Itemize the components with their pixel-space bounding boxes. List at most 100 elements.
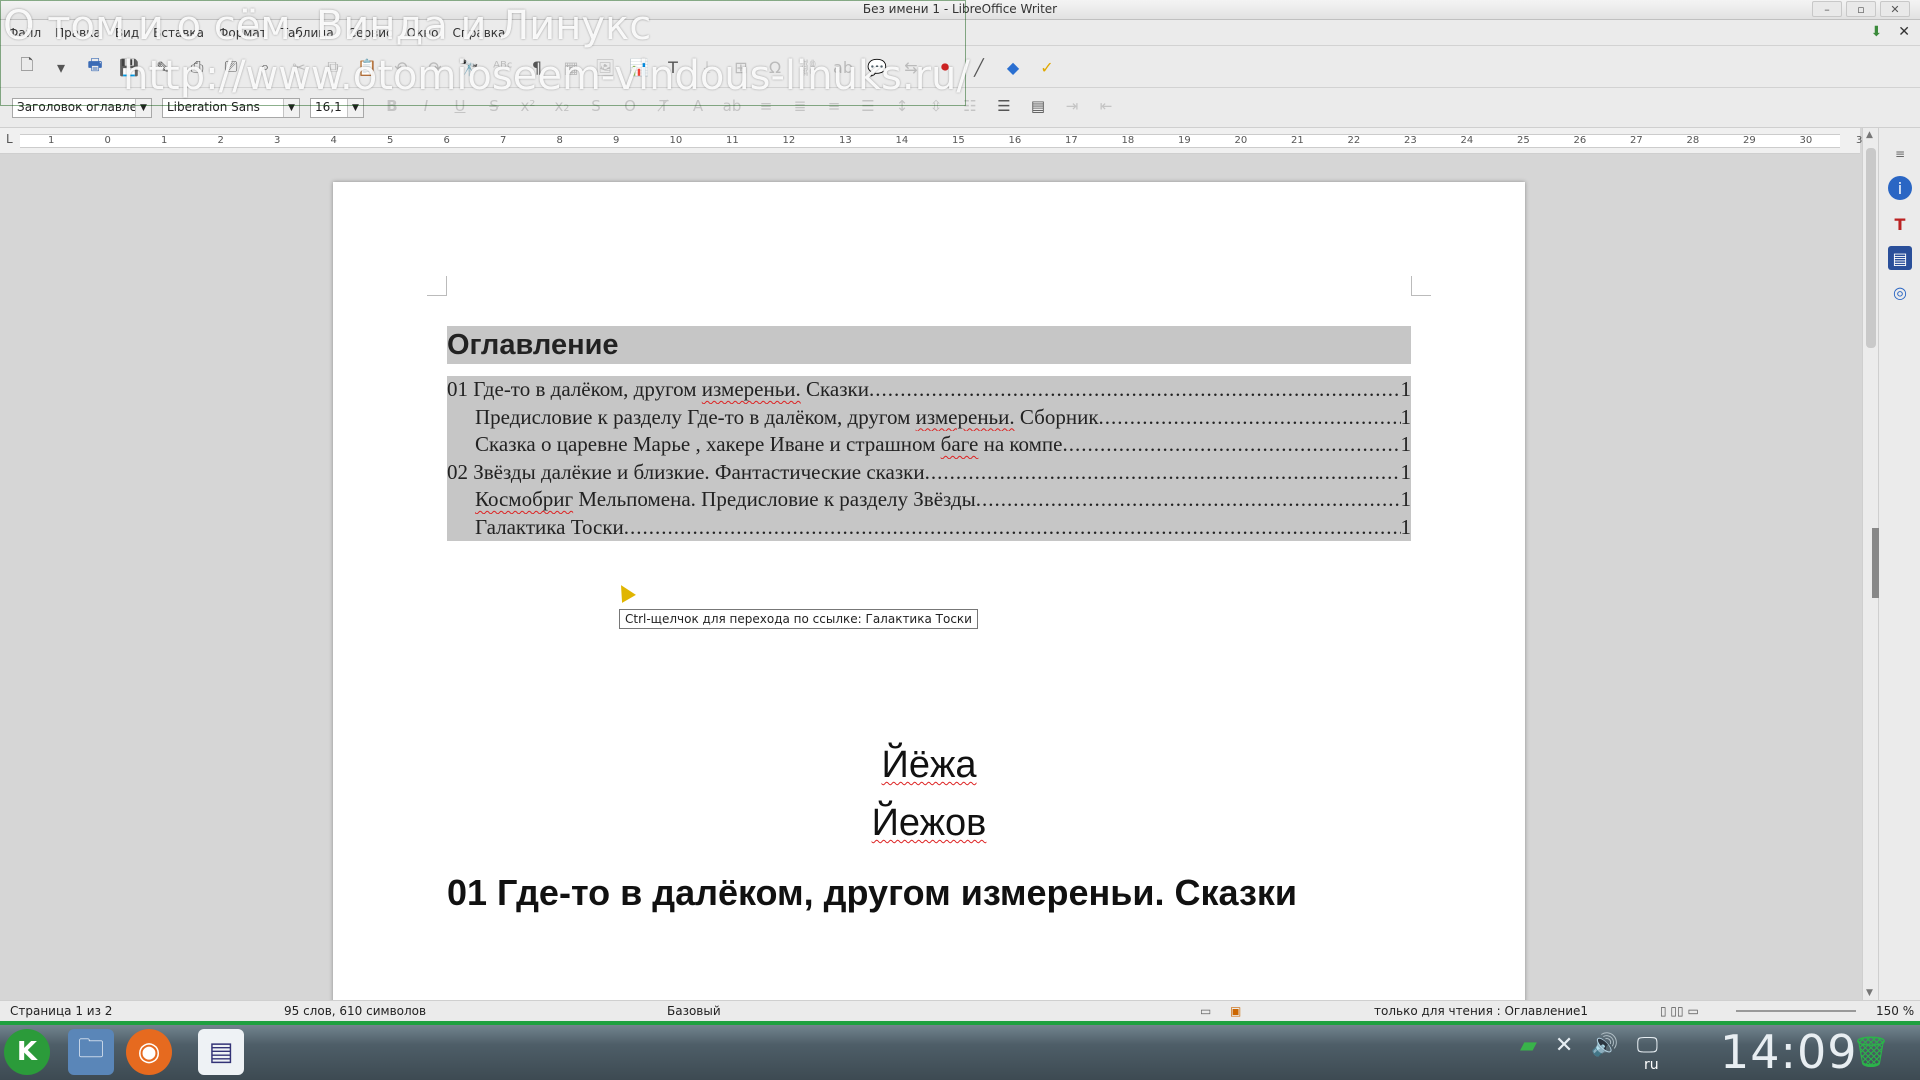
ruler-track[interactable]: 1 0 1 2 3 4 5 6 7 8 9 10 11 12 13 14 15 16 17 18 19 20 21 22 23 2…: [20, 134, 1869, 148]
line-icon[interactable]: ╱: [966, 54, 992, 80]
outline-list-icon[interactable]: ▤: [1026, 97, 1050, 119]
new-document-icon[interactable]: 🗋: [14, 54, 40, 80]
sidebar-collapse-handle[interactable]: [1872, 528, 1879, 598]
bullets-icon[interactable]: ☷: [958, 97, 982, 119]
shapes-icon[interactable]: ◆: [1000, 54, 1026, 80]
document-modified-icon[interactable]: ▣: [1230, 1004, 1241, 1018]
document-workspace[interactable]: Оглавление 01 Где-то в далёком, другом и…: [0, 154, 1862, 1000]
undo-icon[interactable]: ↶: [388, 54, 414, 80]
toc-entry-link[interactable]: Предисловие к разделу Где-то в далёком, …: [447, 404, 1411, 432]
toc-entry-link[interactable]: Космобриг Мельпомена. Предисловие к разд…: [447, 486, 1411, 514]
page-indicator[interactable]: Страница 1 из 2: [10, 1004, 112, 1018]
menu-item[interactable]: Таблица: [281, 26, 334, 40]
italic-icon[interactable]: I: [414, 97, 438, 119]
hyperlink-icon[interactable]: ⛓: [796, 54, 822, 80]
find-icon[interactable]: 🔭: [456, 54, 482, 80]
shadow-icon[interactable]: S: [584, 97, 608, 119]
tools-icon[interactable]: ✕: [1555, 1033, 1573, 1058]
scrollbar-thumb[interactable]: [1866, 148, 1876, 348]
firefox-icon[interactable]: ◉: [126, 1029, 172, 1075]
justify-icon[interactable]: ☰: [856, 97, 880, 119]
open-icon[interactable]: ▾: [48, 54, 74, 80]
draw-functions-icon[interactable]: ✓: [1034, 54, 1060, 80]
scroll-down-icon[interactable]: ▼: [1866, 988, 1873, 998]
file-manager-icon[interactable]: 🗀: [68, 1029, 114, 1075]
print-icon[interactable]: 🖶: [82, 54, 108, 80]
menu-item[interactable]: Вид: [115, 26, 139, 40]
zoom-level[interactable]: 150 %: [1876, 1004, 1914, 1018]
menu-item[interactable]: Правка: [55, 26, 101, 40]
table-of-contents[interactable]: Оглавление 01 Где-то в далёком, другом и…: [447, 326, 1411, 541]
page-style[interactable]: Базовый: [667, 1004, 721, 1018]
increase-indent-icon[interactable]: ⇥: [1060, 97, 1084, 119]
menu-item[interactable]: Формат: [218, 26, 267, 40]
align-right-icon[interactable]: ≡: [822, 97, 846, 119]
volume-icon[interactable]: 🔊: [1591, 1033, 1618, 1058]
toc-entry-link[interactable]: Сказка о царевне Марье , хакере Иване и …: [447, 431, 1411, 459]
menu-item[interactable]: Справка: [453, 26, 506, 40]
edit-mode-icon[interactable]: ✎: [150, 54, 176, 80]
print-preview-icon[interactable]: ⎚: [218, 54, 244, 80]
menu-item[interactable]: Сервис: [348, 26, 393, 40]
close-document-icon[interactable]: ✕: [1898, 24, 1910, 40]
subscript-icon[interactable]: x₂: [550, 97, 574, 119]
maximize-button[interactable]: ▫: [1846, 1, 1876, 17]
chevron-down-icon[interactable]: ▼: [283, 99, 299, 117]
save-icon[interactable]: 💾: [116, 54, 142, 80]
copy-icon[interactable]: ⧉: [320, 54, 346, 80]
font-size-combo[interactable]: 16,1 ▼: [310, 98, 364, 118]
network-icon[interactable]: ▰: [1520, 1033, 1537, 1058]
image-icon[interactable]: 🖼: [592, 54, 618, 80]
comment-icon[interactable]: 💬: [864, 54, 890, 80]
table-icon[interactable]: ▦: [558, 54, 584, 80]
display-icon[interactable]: 🖵: [1637, 1033, 1658, 1058]
scroll-up-icon[interactable]: ▲: [1866, 130, 1873, 140]
selection-mode-icon[interactable]: ▭: [1200, 1004, 1211, 1018]
minimize-button[interactable]: –: [1812, 1, 1842, 17]
strikethrough-icon[interactable]: S: [482, 97, 506, 119]
align-left-icon[interactable]: ≡: [754, 97, 778, 119]
superscript-icon[interactable]: x²: [516, 97, 540, 119]
page-break-icon[interactable]: ⤓: [694, 54, 720, 80]
chevron-down-icon[interactable]: ▼: [347, 99, 363, 117]
menu-item[interactable]: Окно: [407, 26, 439, 40]
line-spacing-icon[interactable]: ↕: [890, 97, 914, 119]
gallery-icon[interactable]: ▤: [1888, 246, 1912, 270]
find-replace-icon[interactable]: ⌕: [252, 54, 278, 80]
paste-icon[interactable]: 📋: [354, 54, 380, 80]
spellcheck-icon[interactable]: ᴬᴮᶜ: [490, 54, 516, 80]
update-icon[interactable]: ⬇: [1871, 24, 1883, 40]
keyboard-layout[interactable]: ru: [1644, 1057, 1659, 1073]
track-changes-icon[interactable]: ⇆: [898, 54, 924, 80]
clock[interactable]: 14:09: [1720, 1025, 1858, 1079]
bold-icon[interactable]: B: [380, 97, 404, 119]
font-color-icon[interactable]: A: [686, 97, 710, 119]
kde-menu-icon[interactable]: K: [4, 1029, 50, 1075]
toc-entry-link[interactable]: 01 Где-то в далёком, другом измереньи. С…: [447, 376, 1411, 404]
highlight-icon[interactable]: ab: [720, 97, 744, 119]
formatting-marks-icon[interactable]: ¶: [524, 54, 550, 80]
word-count[interactable]: 95 слов, 610 символов: [284, 1004, 426, 1018]
horizontal-ruler[interactable]: L 1 0 1 2 3 4 5 6 7 8 9 10 11 12 13 14 15 16 17 18 19 20 21 22 2…: [0, 128, 1869, 154]
document-page[interactable]: Оглавление 01 Где-то в далёком, другом и…: [333, 182, 1525, 1000]
font-name-combo[interactable]: Liberation Sans ▼: [162, 98, 300, 118]
numbering-icon[interactable]: ☰: [992, 97, 1016, 119]
clear-formatting-icon[interactable]: T̸: [652, 97, 676, 119]
align-center-icon[interactable]: ≣: [788, 97, 812, 119]
field-icon[interactable]: ⊞: [728, 54, 754, 80]
tab-stop-icon[interactable]: L: [6, 132, 13, 146]
record-icon[interactable]: ⏺: [932, 54, 958, 80]
menu-item[interactable]: Файл: [8, 26, 41, 40]
export-pdf-icon[interactable]: ⎙: [184, 54, 210, 80]
properties-icon[interactable]: i: [1888, 176, 1912, 200]
toc-entry-link[interactable]: 02 Звёзды далёкие и близкие. Фантастичес…: [447, 459, 1411, 487]
menu-item[interactable]: Вставка: [153, 26, 204, 40]
redo-icon[interactable]: ↷: [422, 54, 448, 80]
outline-icon[interactable]: O: [618, 97, 642, 119]
decrease-indent-icon[interactable]: ⇤: [1094, 97, 1118, 119]
paragraph-style-combo[interactable]: Заголовок оглавле ▼: [12, 98, 152, 118]
navigator-icon[interactable]: ◎: [1888, 280, 1912, 304]
chart-icon[interactable]: 📊: [626, 54, 652, 80]
writer-task-icon[interactable]: ▤: [198, 1029, 244, 1075]
toc-entry-link[interactable]: Галактика Тоски.........................…: [447, 514, 1411, 542]
